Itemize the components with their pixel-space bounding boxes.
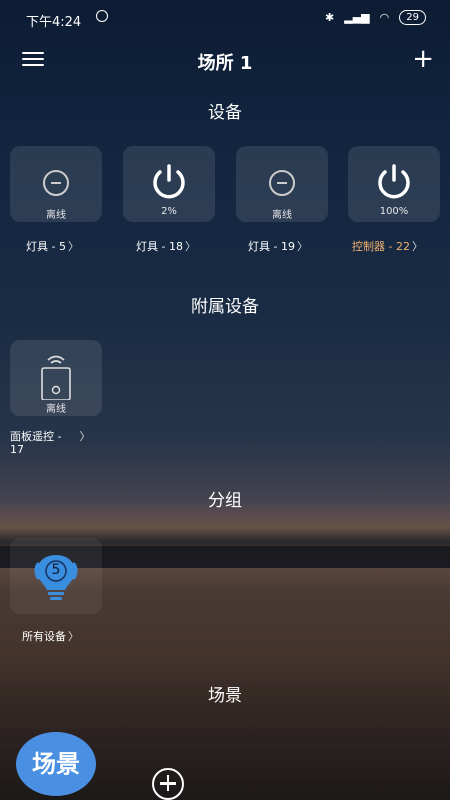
- device-tile-4[interactable]: 100%: [348, 146, 440, 222]
- chevron-right-icon: 〉: [68, 630, 79, 643]
- device-name: 控制器 - 22: [352, 240, 410, 253]
- wifi-icon: ◠: [379, 11, 390, 24]
- status-time: 下午4:24: [26, 15, 82, 30]
- power-icon: [378, 164, 410, 199]
- device-tile-1[interactable]: 离线: [10, 146, 102, 222]
- status-bar: 下午4:24 ✱ ▂▄▆ ◠ 29: [0, 0, 450, 38]
- section-title-accessories: 附属设备: [191, 297, 259, 317]
- accessory-name: 面板遥控 -: [10, 430, 62, 443]
- device-name: 灯具 - 18: [136, 240, 183, 253]
- offline-icon: [43, 160, 69, 196]
- device-status: 100%: [379, 206, 409, 217]
- section-title-scenes: 场景: [208, 686, 242, 706]
- signal-icon: ▂▄▆: [344, 11, 370, 24]
- section-title-devices: 设备: [208, 103, 242, 123]
- device-tile-2[interactable]: 2%: [123, 146, 215, 222]
- add-icon[interactable]: +: [412, 46, 434, 72]
- scene-fab-button[interactable]: 场景: [16, 732, 96, 796]
- accessory-status: 离线: [46, 404, 66, 415]
- group-name: 所有设备: [22, 630, 66, 643]
- offline-icon: [269, 160, 295, 196]
- page-title: 场所 1: [197, 53, 253, 74]
- power-icon: [153, 164, 185, 199]
- add-scene-icon[interactable]: [152, 768, 184, 800]
- group-tile-all[interactable]: 5: [10, 538, 102, 614]
- device-label-3[interactable]: 灯具 - 19 〉: [248, 238, 308, 254]
- device-status: 2%: [161, 206, 177, 217]
- group-label-all[interactable]: 所有设备〉: [22, 628, 79, 644]
- device-tile-3[interactable]: 离线: [236, 146, 328, 222]
- group-count: 5: [51, 562, 61, 578]
- device-status: 离线: [46, 210, 66, 221]
- device-label-1[interactable]: 灯具 - 5 〉: [26, 238, 79, 254]
- device-label-4[interactable]: 控制器 - 22 〉: [352, 238, 423, 254]
- accessory-tile-1[interactable]: 离线: [10, 340, 102, 416]
- device-name: 灯具 - 5: [26, 240, 66, 253]
- status-icons: ✱ ▂▄▆ ◠ 29: [325, 10, 426, 25]
- accessory-label-1[interactable]: 面板遥控 - 〉 17: [10, 430, 90, 456]
- device-status: 离线: [272, 210, 292, 221]
- accessory-name-line2: 17: [10, 443, 24, 456]
- chevron-right-icon: 〉: [411, 240, 423, 253]
- section-title-groups: 分组: [208, 491, 242, 511]
- alarm-icon: [96, 10, 108, 22]
- device-label-2[interactable]: 灯具 - 18 〉: [136, 238, 196, 254]
- bluetooth-icon: ✱: [325, 11, 335, 24]
- wall-switch-icon: [41, 355, 71, 400]
- chevron-right-icon: 〉: [79, 430, 91, 443]
- chevron-right-icon: 〉: [184, 240, 196, 253]
- device-name: 灯具 - 19: [248, 240, 295, 253]
- chevron-right-icon: 〉: [296, 240, 308, 253]
- chevron-right-icon: 〉: [67, 240, 79, 253]
- battery-icon: 29: [399, 10, 426, 25]
